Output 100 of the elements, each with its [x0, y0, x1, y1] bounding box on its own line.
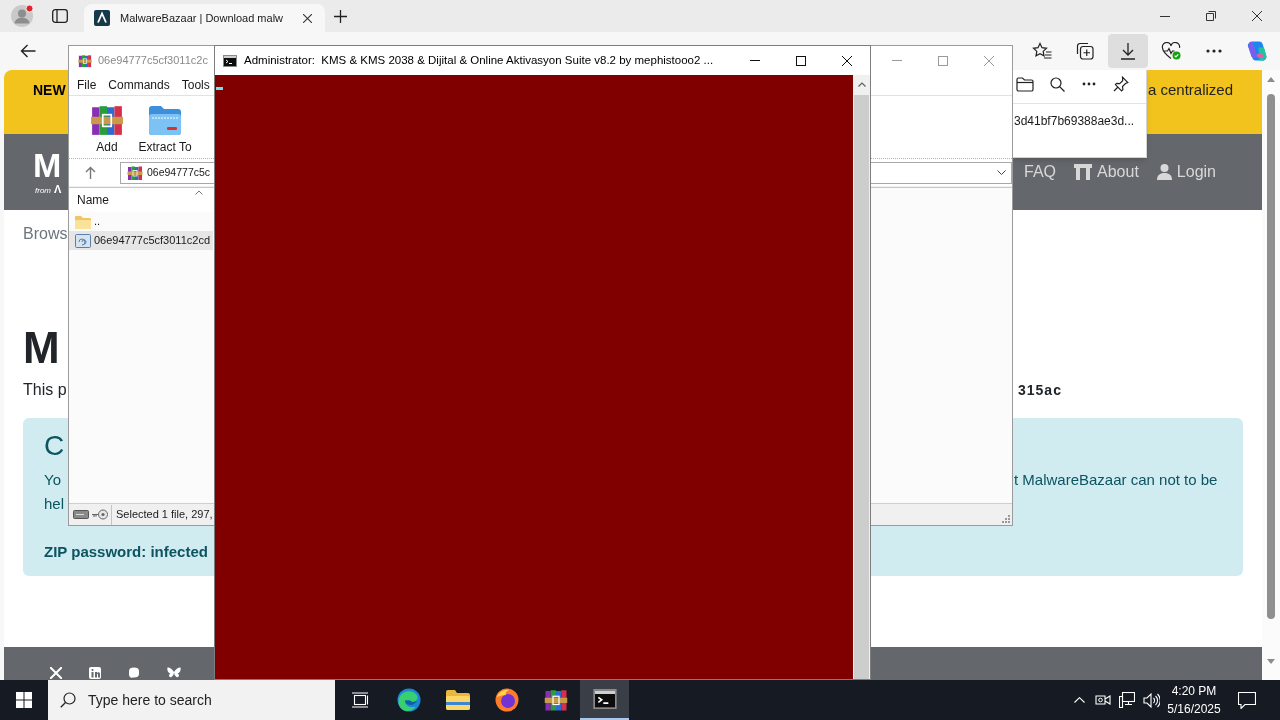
books-icon: [90, 103, 124, 137]
close-icon: [842, 55, 852, 66]
profile-button[interactable]: [10, 4, 34, 28]
search-input[interactable]: Type here to search: [88, 688, 318, 712]
minimize-icon: [750, 60, 760, 61]
banner-text: a centralized: [1147, 80, 1233, 100]
person-icon: [1156, 164, 1172, 180]
search-icon: [60, 692, 76, 708]
download-icon: [1120, 42, 1136, 60]
terminal-icon: [223, 54, 237, 67]
column-header[interactable]: Name: [69, 188, 213, 212]
close-icon: [302, 13, 312, 23]
nav-link[interactable]: Login: [1156, 162, 1216, 182]
network-icon: [1119, 692, 1135, 708]
toolbar-button[interactable]: [1108, 34, 1148, 68]
key-icon: [92, 509, 108, 520]
alert-text: t MalwareBazaar can not to be: [1014, 470, 1218, 490]
ribbon-logo-icon: [1246, 40, 1268, 62]
folder-icon: [445, 690, 470, 710]
terminal-icon: [592, 689, 617, 709]
zip-password-text: ZIP password: infected: [44, 542, 208, 562]
scroll-down-icon[interactable]: [1267, 659, 1275, 664]
clock-date[interactable]: 5/16/2025: [1167, 700, 1221, 718]
status-text: Selected 1 file, 297,: [116, 507, 213, 523]
star-list-icon: [1032, 42, 1052, 60]
scroll-up-icon[interactable]: [857, 82, 866, 87]
more-icon: [1206, 49, 1222, 53]
up-arrow-icon: [84, 166, 96, 179]
taskbar-button[interactable]: [580, 680, 629, 720]
profile-avatar-icon: [10, 4, 34, 28]
restore-icon: [1206, 11, 1216, 21]
windows-logo-icon: [16, 692, 32, 708]
scrollbar-thumb[interactable]: [854, 95, 869, 679]
toolbar-button[interactable]: Extract To: [136, 103, 194, 154]
x-logo-icon[interactable]: [50, 667, 62, 679]
logo-mark: Λ: [54, 183, 62, 195]
window-title: Administrator: KMS & KMS 2038 & Dijital & Online Aktivasyon Suite v8.2 by mephistooo2 ...: [244, 52, 714, 68]
drive-icon: [73, 510, 89, 519]
window-title: 06e94777c5cf3011c2c: [98, 53, 208, 69]
butterfly-icon[interactable]: [167, 667, 181, 679]
logo-tagline: from: [35, 185, 51, 197]
nav-link[interactable]: About: [1074, 162, 1139, 182]
tab-actions-button[interactable]: [50, 6, 70, 26]
scroll-up-icon[interactable]: [1267, 77, 1275, 82]
close-icon: [984, 55, 994, 66]
site-logo[interactable]: M: [33, 147, 62, 183]
file-row[interactable]: ..: [69, 212, 213, 231]
close-icon: [1252, 11, 1262, 21]
folder-icon: [1016, 76, 1034, 92]
speaker-icon: [1142, 692, 1160, 708]
clock-time[interactable]: 4:20 PM: [1171, 682, 1217, 700]
search-icon: [1049, 76, 1065, 92]
maximize-icon: [938, 55, 948, 66]
task-view-icon: [350, 692, 369, 708]
notification-icon: [1238, 691, 1256, 709]
folder-icon: [147, 103, 183, 137]
more-icon: [1082, 82, 1096, 86]
resize-grip-icon[interactable]: [1002, 515, 1010, 523]
tab-panel-icon: [52, 9, 68, 23]
books-icon: [127, 164, 143, 181]
menu-item[interactable]: File: [77, 77, 97, 93]
swirl-logo-icon: [396, 688, 421, 712]
chat-logo-icon[interactable]: [128, 667, 140, 679]
close-tab-button[interactable]: [300, 11, 314, 25]
chevron-down-icon: [997, 170, 1006, 175]
back-arrow-icon: [20, 44, 36, 58]
alert-text: Yo: [44, 470, 61, 490]
globe-logo-icon: [494, 688, 519, 712]
scrollbar-thumb[interactable]: [1267, 94, 1275, 619]
pin-icon: [1113, 76, 1129, 92]
nav-link[interactable]: FAQ: [1024, 162, 1057, 182]
banner-text: NEW: [33, 81, 66, 100]
path-field[interactable]: 06e94777c5c: [120, 161, 213, 184]
intro-text: This p: [23, 380, 67, 400]
breadcrumb-link[interactable]: Brows: [23, 222, 68, 246]
menu-item[interactable]: Commands: [108, 77, 170, 93]
heart-pulse-icon: [1161, 42, 1181, 60]
minimize-icon: [1160, 15, 1170, 17]
file-row[interactable]: 06e94777c5cf3011c2cd: [69, 231, 213, 250]
download-file-name[interactable]: 3d41bf7b69388ae3d...: [1014, 113, 1135, 129]
cursor-icon: [216, 87, 223, 90]
webcam-icon: [1095, 693, 1111, 707]
chevron-up-icon: [1073, 697, 1085, 703]
caret-logo-icon: [94, 10, 110, 26]
menu-item[interactable]: Tools: [181, 77, 210, 93]
toolbar-button[interactable]: Add: [84, 103, 130, 154]
page-heading: M: [23, 324, 60, 372]
alert-heading: C: [44, 429, 65, 463]
maximize-icon: [796, 55, 806, 66]
folder-icon: [75, 214, 91, 229]
books-icon: [543, 688, 568, 712]
browser-tab[interactable]: MalwareBazaar | Download malw: [84, 4, 325, 32]
plus-icon: [333, 9, 347, 23]
alert-text: hel: [44, 494, 65, 514]
archive-file-icon: [75, 233, 91, 248]
books-icon: [78, 53, 92, 68]
search-field[interactable]: Type here to search: [48, 680, 335, 720]
minimize-icon: [892, 60, 902, 61]
squares-plus-icon: [1076, 42, 1094, 60]
in-logo-icon[interactable]: [89, 667, 101, 679]
